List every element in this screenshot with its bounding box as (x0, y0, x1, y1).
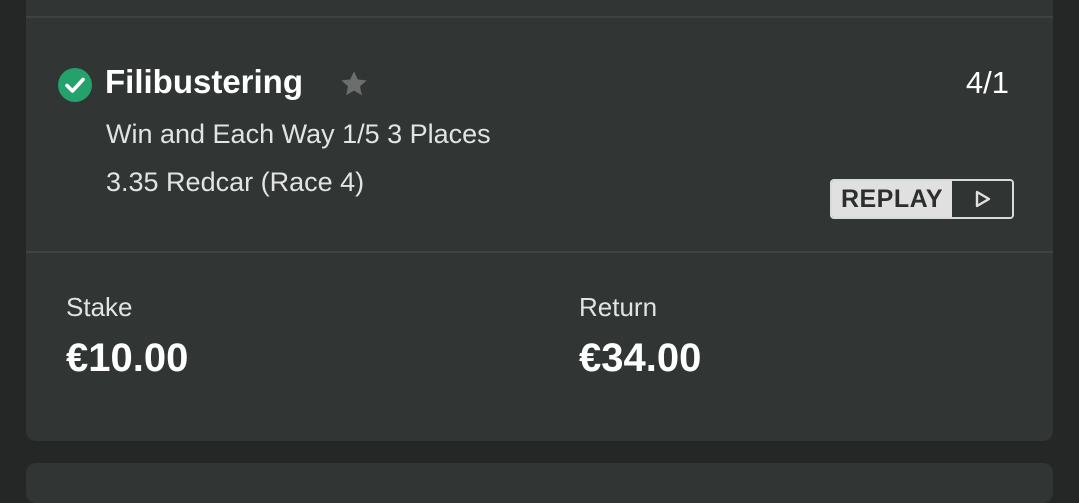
stake-label: Stake (66, 292, 133, 322)
bet-type: Win and Each Way 1/5 3 Places (106, 119, 491, 149)
replay-button[interactable]: REPLAY (830, 179, 1014, 219)
bet-card: Filibustering 4/1 Win and Each Way 1/5 3… (26, 0, 1053, 441)
return-value: €34.00 (579, 336, 702, 380)
return-label: Return (579, 292, 658, 322)
section-divider (26, 251, 1053, 253)
next-bet-card (26, 463, 1053, 503)
star-icon[interactable] (338, 68, 370, 100)
stake-value: €10.00 (66, 336, 189, 380)
check-circle-icon (58, 68, 92, 102)
odds: 4/1 (965, 65, 1009, 100)
selection-name: Filibustering (105, 63, 303, 100)
event-info: 3.35 Redcar (Race 4) (106, 167, 365, 197)
play-icon-wrap (952, 181, 1012, 217)
play-icon (975, 190, 991, 208)
top-divider (26, 16, 1053, 18)
replay-label: REPLAY (832, 181, 952, 217)
